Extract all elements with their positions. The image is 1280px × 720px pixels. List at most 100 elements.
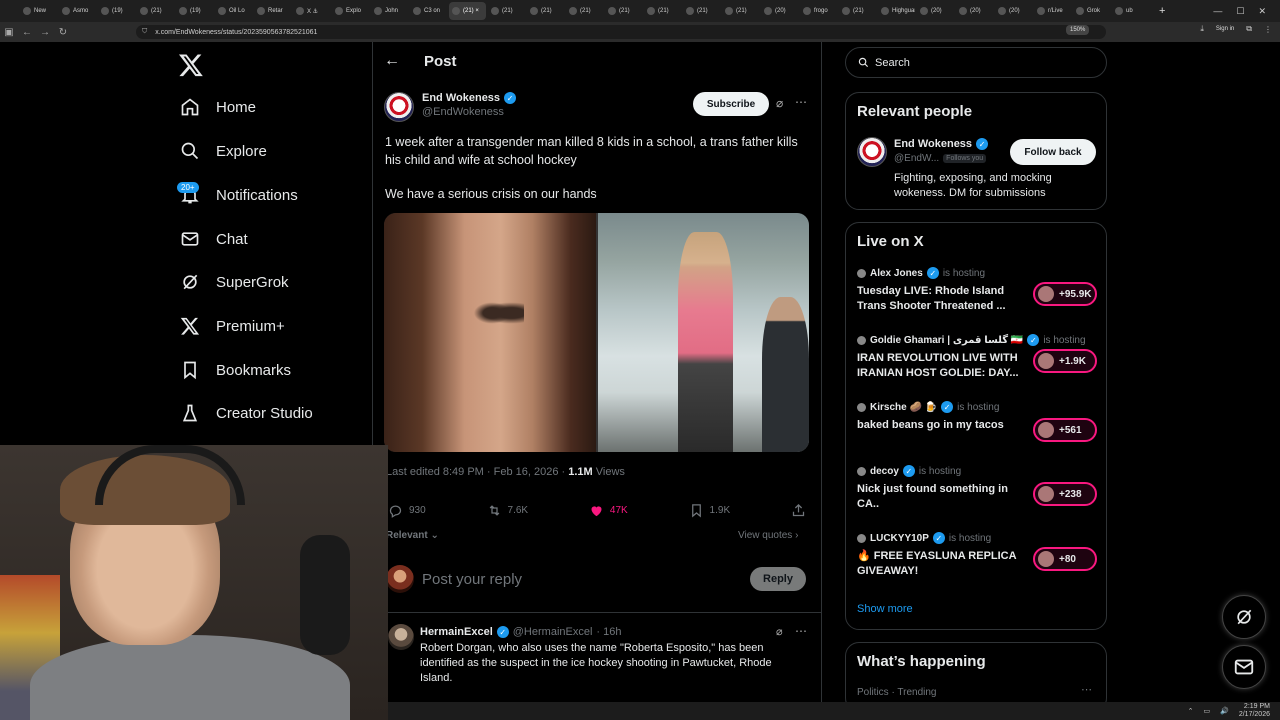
- browser-tab[interactable]: Explo: [332, 2, 369, 20]
- nav-home[interactable]: Home: [180, 97, 256, 117]
- avatar[interactable]: [388, 624, 414, 650]
- live-listener-pill[interactable]: +238: [1033, 482, 1097, 506]
- live-item[interactable]: Alex Jones ✓ is hosting Tuesday LIVE: Rhode…: [857, 267, 1097, 314]
- more-options-icon[interactable]: ⋯: [795, 624, 807, 638]
- shield-icon[interactable]: ⛉: [142, 28, 147, 36]
- browser-tab[interactable]: (21): [488, 2, 525, 20]
- post-author[interactable]: End Wokeness ✓ @EndWokeness: [384, 92, 517, 122]
- maximize-icon[interactable]: ☐: [1236, 6, 1244, 17]
- live-listener-pill[interactable]: +95.9K: [1033, 282, 1097, 306]
- browser-tab[interactable]: (21): [137, 2, 174, 20]
- browser-tab[interactable]: (21): [566, 2, 603, 20]
- reply-action[interactable]: 930: [388, 503, 426, 518]
- browser-tab[interactable]: (19): [176, 2, 213, 20]
- new-tab-icon[interactable]: +: [1159, 5, 1173, 17]
- nav-creator-studio[interactable]: Creator Studio: [180, 403, 313, 423]
- avatar[interactable]: [857, 137, 887, 167]
- reply-button[interactable]: Reply: [750, 567, 806, 591]
- system-clock[interactable]: 2:19 PM 2/17/2026: [1239, 703, 1270, 719]
- browser-tab[interactable]: (21) ×: [449, 2, 486, 20]
- live-listener-pill[interactable]: +561: [1033, 418, 1097, 442]
- download-icon[interactable]: ⤓: [1200, 24, 1204, 34]
- grok-fab-button[interactable]: [1222, 595, 1266, 639]
- sort-replies-dropdown[interactable]: Relevant ⌄: [386, 530, 439, 541]
- nav-premium[interactable]: Premium+: [180, 316, 285, 336]
- browser-tab[interactable]: frogo: [800, 2, 837, 20]
- browser-tab[interactable]: (21): [683, 2, 720, 20]
- back-icon[interactable]: ←: [18, 27, 36, 38]
- browser-tab[interactable]: Retar: [254, 2, 291, 20]
- sign-in-button[interactable]: Sign in: [1216, 26, 1234, 32]
- reply-author-name[interactable]: HermainExcel: [420, 626, 493, 638]
- browser-tab[interactable]: (21): [839, 2, 876, 20]
- forward-icon[interactable]: →: [36, 27, 54, 38]
- more-options-icon[interactable]: ⋯: [795, 95, 807, 109]
- browser-tab[interactable]: (20): [917, 2, 954, 20]
- reply-author-handle[interactable]: @HermainExcel: [513, 626, 593, 638]
- live-listener-pill[interactable]: +1.9K: [1033, 349, 1097, 373]
- author-name[interactable]: End Wokeness: [422, 92, 500, 104]
- search-input[interactable]: Search: [845, 47, 1107, 78]
- relevant-person-info[interactable]: End Wokeness ✓ @EndW... Follows you: [894, 138, 989, 164]
- live-listener-pill[interactable]: +80: [1033, 547, 1097, 571]
- browser-tab[interactable]: New: [20, 2, 57, 20]
- trend-category[interactable]: Politics · Trending: [857, 687, 936, 698]
- browser-tab[interactable]: r/Live: [1034, 2, 1071, 20]
- reload-icon[interactable]: ↻: [54, 27, 72, 38]
- x-logo-icon[interactable]: [178, 52, 204, 78]
- share-action[interactable]: [791, 503, 806, 518]
- grok-explain-icon[interactable]: ⌀: [776, 96, 783, 110]
- reply-input[interactable]: Post your reply: [422, 571, 750, 588]
- nav-bookmarks[interactable]: Bookmarks: [180, 360, 291, 380]
- subscribe-button[interactable]: Subscribe: [693, 92, 769, 116]
- browser-tab[interactable]: Oil Lo: [215, 2, 252, 20]
- follow-back-button[interactable]: Follow back: [1010, 139, 1096, 165]
- close-icon[interactable]: ✕: [1258, 6, 1266, 17]
- zoom-indicator[interactable]: 150%: [1066, 25, 1090, 35]
- browser-tab[interactable]: (20): [956, 2, 993, 20]
- chevron-up-icon[interactable]: ⌃: [1188, 707, 1194, 715]
- url-field[interactable]: ⛉ x.com/EndWokeness/status/2023590563782…: [136, 25, 1106, 39]
- repost-action[interactable]: 7.6K: [487, 503, 528, 518]
- browser-tab[interactable]: ub: [1112, 2, 1149, 20]
- nav-explore[interactable]: Explore: [180, 141, 267, 161]
- view-quotes-link[interactable]: View quotes ›: [738, 530, 798, 541]
- browser-tab[interactable]: (20): [995, 2, 1032, 20]
- post-image-1[interactable]: [384, 213, 596, 452]
- author-handle[interactable]: @EndWokeness: [422, 106, 516, 118]
- back-arrow-icon[interactable]: ←: [384, 52, 400, 70]
- post-edited-time[interactable]: Last edited 8:49 PM · Feb 16, 2026 ·: [386, 466, 568, 478]
- reply-time[interactable]: · 16h: [596, 626, 621, 638]
- show-more-link[interactable]: Show more: [857, 603, 913, 615]
- browser-tab[interactable]: (21): [605, 2, 642, 20]
- browser-tab[interactable]: (21): [644, 2, 681, 20]
- browser-tab[interactable]: Highguar: [878, 2, 915, 20]
- browser-tab[interactable]: (20): [761, 2, 798, 20]
- nav-chat[interactable]: Chat: [180, 229, 248, 249]
- avatar[interactable]: [384, 92, 414, 122]
- browser-tab[interactable]: C3 on: [410, 2, 447, 20]
- messages-fab-button[interactable]: [1222, 645, 1266, 689]
- network-icon[interactable]: ▭: [1204, 707, 1211, 715]
- browser-tab[interactable]: Grok: [1073, 2, 1110, 20]
- browser-tab[interactable]: Asmo: [59, 2, 96, 20]
- live-item[interactable]: Kirsche 🥔 🍺 ✓ is hosting baked beans go in …: [857, 401, 1097, 442]
- user-avatar[interactable]: [386, 565, 414, 593]
- post-image-2[interactable]: [597, 213, 809, 452]
- more-options-icon[interactable]: ⋯: [1081, 683, 1092, 696]
- browser-tab[interactable]: X ⚓: [293, 2, 330, 20]
- menu-icon[interactable]: ⋮: [1264, 25, 1272, 34]
- like-action[interactable]: 47K: [589, 503, 628, 518]
- sidebar-toggle-icon[interactable]: ▣: [0, 27, 18, 38]
- browser-tab[interactable]: (21): [722, 2, 759, 20]
- volume-icon[interactable]: 🔊: [1220, 707, 1229, 715]
- browser-tab[interactable]: (21): [527, 2, 564, 20]
- post-media[interactable]: [384, 213, 809, 452]
- live-item[interactable]: Goldie Ghamari | گلسا قمری 🇮🇷 ✓ is hosting…: [857, 334, 1097, 381]
- browser-tab[interactable]: John: [371, 2, 408, 20]
- extensions-icon[interactable]: ⧉: [1246, 24, 1252, 34]
- live-item[interactable]: LUCKYY10P ✓ is hosting 🔥 FREE EYASLUNA REPL…: [857, 532, 1097, 579]
- bookmark-action[interactable]: 1.9K: [689, 503, 730, 518]
- browser-tab[interactable]: (19): [98, 2, 135, 20]
- minimize-icon[interactable]: —: [1213, 6, 1222, 16]
